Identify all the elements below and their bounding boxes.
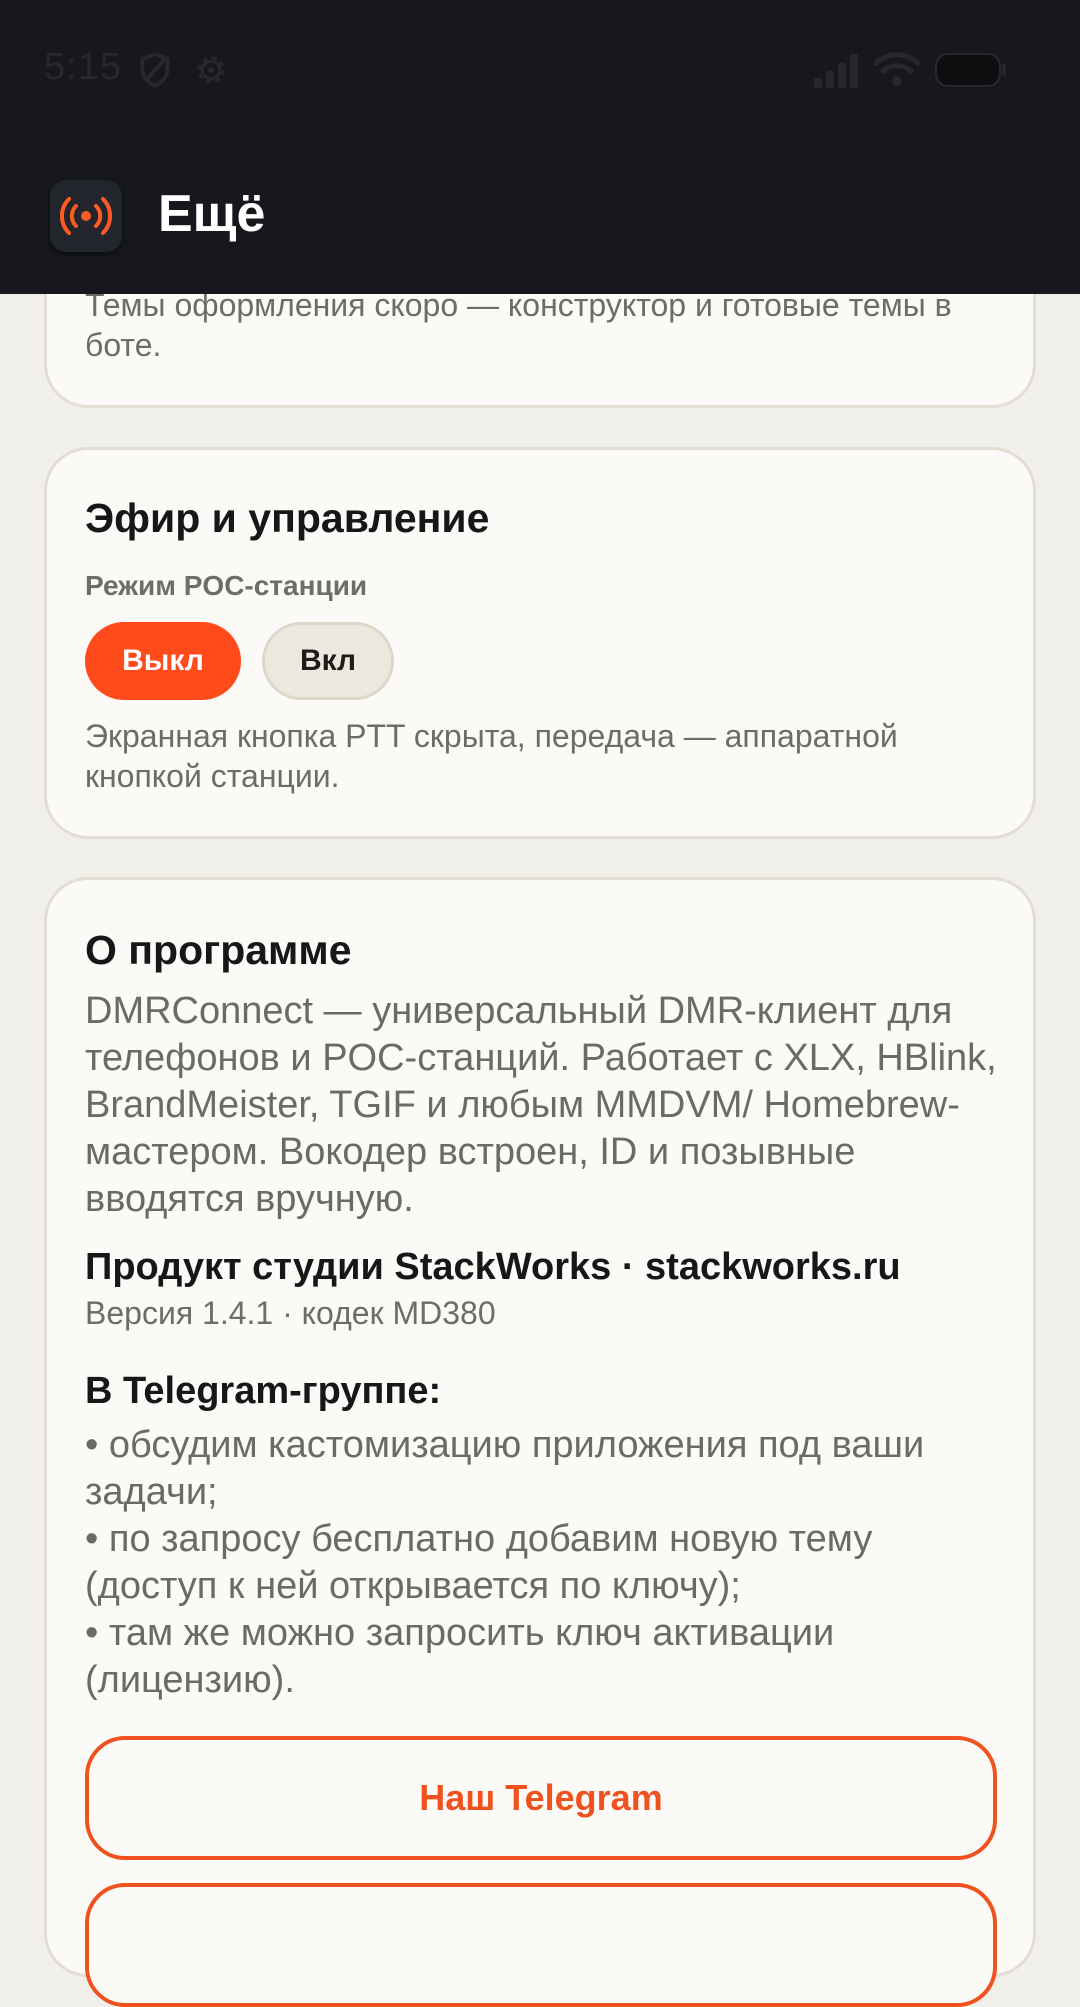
poc-mode-on-button[interactable]: Вкл xyxy=(262,622,394,700)
status-bar: 5:15 xyxy=(0,0,1080,140)
top-app-bar: 5:15 Ещё xyxy=(0,0,1080,294)
gear-icon xyxy=(192,51,230,89)
signal-icon xyxy=(812,52,862,90)
battery-icon xyxy=(934,52,1008,90)
list-item: • обсудим кастомизацию приложения под ва… xyxy=(85,1424,925,1513)
version-info: Версия 1.4.1 · кодек MD380 xyxy=(85,1295,496,1331)
app-header: Ещё xyxy=(0,180,1080,260)
secondary-outline-button[interactable] xyxy=(85,1883,997,2007)
themes-note: Темы оформления скоро — конструктор и го… xyxy=(85,287,952,363)
list-item: • по запросу бесплатно добавим новую тем… xyxy=(85,1518,873,1607)
about-description: DMRConnect — универсальный DMR-клиент дл… xyxy=(85,990,997,1220)
shield-icon xyxy=(136,51,174,89)
air-control-card: Эфир и управление Режим POC-станции Выкл… xyxy=(44,447,1036,839)
telegram-benefits-list: • обсудим кастомизацию приложения под ва… xyxy=(85,1422,985,1704)
list-item: • там же можно запросить ключ активации … xyxy=(85,1612,835,1701)
poc-mode-label: Режим POC-станции xyxy=(85,570,368,601)
broadcast-icon xyxy=(50,180,122,252)
ptt-hint: Экранная кнопка PTT скрыта, передача — а… xyxy=(85,718,898,794)
status-time: 5:15 xyxy=(44,46,122,88)
product-credit: Продукт студии StackWorks · stackworks.r… xyxy=(85,1246,901,1288)
about-card: О программе DMRConnect — универсальный D… xyxy=(44,877,1036,2007)
telegram-heading: В Telegram-группе: xyxy=(85,1370,442,1412)
about-card-title: О программе xyxy=(85,927,352,973)
poc-mode-off-button[interactable]: Выкл xyxy=(85,622,241,700)
air-card-title: Эфир и управление xyxy=(85,495,490,541)
wifi-icon xyxy=(872,50,922,88)
telegram-button[interactable]: Наш Telegram xyxy=(85,1736,997,1860)
page-title: Ещё xyxy=(158,185,266,243)
